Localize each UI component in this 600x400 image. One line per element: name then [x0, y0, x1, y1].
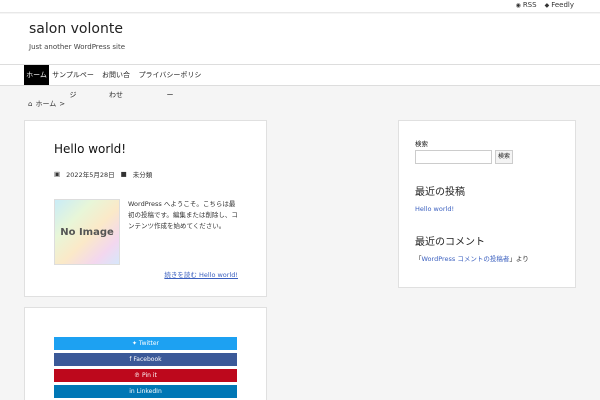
- top-bar: ◉ RSS ◆ Feedly: [0, 0, 600, 13]
- post-thumbnail[interactable]: No Image: [54, 199, 120, 265]
- search-input[interactable]: [415, 150, 492, 164]
- post-date: 2022年5月28日: [66, 171, 115, 179]
- linkedin-icon: in: [129, 388, 137, 395]
- site-header: salon volonte Just another WordPress sit…: [0, 14, 600, 64]
- feedly-link[interactable]: ◆ Feedly: [545, 1, 574, 9]
- search-button[interactable]: 検索: [495, 150, 513, 164]
- breadcrumb-home[interactable]: ホーム: [35, 99, 56, 109]
- home-icon: ⌂: [28, 100, 33, 108]
- site-tagline: Just another WordPress site: [29, 43, 126, 51]
- post-title[interactable]: Hello world!: [54, 142, 126, 156]
- recent-post-link[interactable]: Hello world!: [415, 205, 454, 213]
- recent-comments-heading: 最近のコメント: [415, 237, 485, 248]
- share-button-pinterest[interactable]: ℗ Pin it: [54, 369, 237, 382]
- recent-comment-item: 「WordPress コメントの投稿者」より: [415, 253, 529, 263]
- nav-item-contact[interactable]: お問い合わせ: [100, 65, 132, 99]
- read-more-link[interactable]: 続きを読む Hello world!: [164, 269, 238, 279]
- pinterest-label: Pin it: [142, 372, 157, 379]
- share-button-linkedin[interactable]: in LinkedIn: [54, 385, 237, 398]
- linkedin-label: LinkedIn: [136, 388, 162, 395]
- facebook-label: Facebook: [133, 356, 162, 363]
- sidebar: 検索 検索 最近の投稿 Hello world! 最近のコメント 「WordPr…: [398, 120, 576, 288]
- comment-author-link[interactable]: WordPress コメントの投稿者: [422, 255, 510, 263]
- post-meta: ▣ 2022年5月28日 ■ 未分類: [54, 169, 152, 179]
- share-button-facebook[interactable]: f Facebook: [54, 353, 237, 366]
- post-card: Hello world! ▣ 2022年5月28日 ■ 未分類 No Image…: [24, 120, 267, 297]
- search-label: 検索: [415, 140, 428, 148]
- post-excerpt: WordPress へようこそ。こちらは最初の投稿です。編集または削除し、コンテ…: [128, 200, 238, 230]
- recent-posts-heading: 最近の投稿: [415, 187, 465, 198]
- share-card: ✦ Twitter f Facebook ℗ Pin it in LinkedI…: [24, 307, 267, 400]
- breadcrumb-separator: >: [59, 100, 66, 108]
- rss-link[interactable]: ◉ RSS: [516, 1, 537, 9]
- site-title[interactable]: salon volonte: [29, 21, 123, 37]
- main-nav: ホーム サンプルページ お問い合わせ プライバシーポリシー: [0, 64, 600, 99]
- nav-item-sample-page[interactable]: サンプルページ: [52, 65, 94, 99]
- feedly-label: Feedly: [551, 1, 574, 9]
- thumbnail-text: No Image: [60, 226, 114, 238]
- calendar-icon: ▣: [54, 170, 61, 178]
- top-links: ◉ RSS ◆ Feedly: [516, 1, 574, 9]
- rss-label: RSS: [522, 1, 537, 9]
- twitter-icon: ✦: [131, 340, 139, 347]
- rss-icon: ◉: [515, 2, 521, 9]
- nav-item-privacy-policy[interactable]: プライバシーポリシー: [138, 65, 202, 99]
- share-button-twitter[interactable]: ✦ Twitter: [54, 337, 237, 350]
- twitter-label: Twitter: [138, 340, 160, 347]
- folder-icon: ■: [120, 170, 127, 178]
- comment-suffix: 」より: [509, 255, 529, 263]
- breadcrumb: ⌂ ホーム >: [28, 99, 65, 109]
- feedly-icon: ◆: [544, 2, 550, 9]
- nav-item-home[interactable]: ホーム: [24, 65, 49, 85]
- post-category[interactable]: 未分類: [133, 169, 153, 179]
- pinterest-icon: ℗: [134, 372, 143, 379]
